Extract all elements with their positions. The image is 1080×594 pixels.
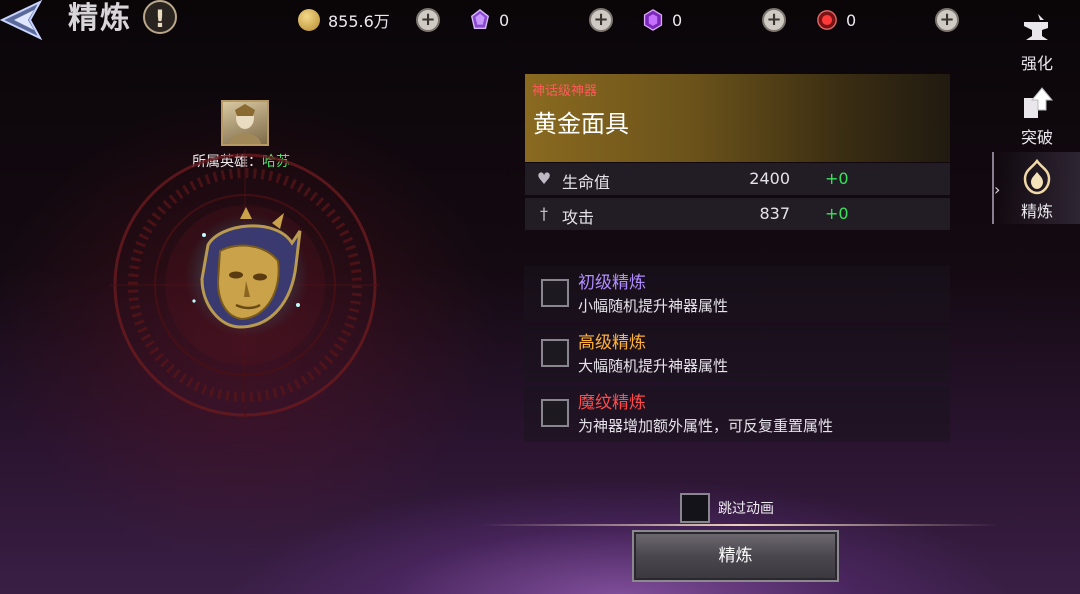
stat-bonus-hp: +0 [825,169,849,188]
option-advanced-refine[interactable]: 高级精炼 大幅随机提升神器属性 [524,326,950,382]
active-indicator-arrow: › [994,180,1001,199]
nav-label-refine: 精炼 [1020,202,1053,221]
rune-refine-title: 魔纹精炼 [578,393,646,413]
violet-gem-amount: 0 [672,10,683,30]
stat-value-attack: 837 [759,204,790,223]
stat-row-attack: † 攻击 837 +0 [525,198,950,230]
heart-icon: ♥ [536,169,552,188]
upgrade-arrow-icon [1024,87,1054,118]
advanced-refine-title: 高级精炼 [578,333,646,353]
skip-animation-label[interactable]: 跳过动画 [718,498,774,518]
back-button[interactable] [0,0,52,41]
hero-avatar-icon [229,104,261,144]
rune-refine-checkbox[interactable] [541,399,569,427]
basic-refine-checkbox[interactable] [541,279,569,307]
refine-button[interactable]: 精炼 [632,530,839,582]
purple-crystal-amount: 0 [499,10,510,30]
nav-item-strengthen[interactable]: 强化 [994,4,1080,76]
nav-item-breakthrough[interactable]: 突破 [994,78,1080,150]
add-red-gem-button[interactable]: + [935,8,959,32]
advanced-refine-checkbox[interactable] [541,339,569,367]
nav-item-refine[interactable]: › 精炼 [992,152,1080,224]
stat-bonus-attack: +0 [825,204,849,223]
refine-flame-icon [1023,158,1051,195]
top-bar: 精炼 ! 855.6万 + 0 + 0 + 0 + [0,0,1080,42]
add-purple-crystal-button[interactable]: + [589,8,613,32]
option-basic-refine[interactable]: 初级精炼 小幅随机提升神器属性 [524,266,950,322]
stat-value-hp: 2400 [749,169,790,188]
gold-coin-icon [298,9,320,31]
golden-mask-artifact-icon[interactable] [180,205,315,340]
red-gem-amount: 0 [846,10,857,30]
advanced-refine-desc: 大幅随机提升神器属性 [578,357,729,375]
side-nav: 强化 突破 › 精炼 [992,0,1080,594]
artifact-grade: 神话级神器 [532,84,598,99]
help-button[interactable]: ! [143,0,177,34]
basic-refine-desc: 小幅随机提升神器属性 [578,297,729,315]
artifact-header: 神话级神器 黄金面具 [525,74,950,162]
glow-divider [480,524,1000,526]
gold-amount: 855.6万 [328,12,390,31]
stat-name-hp: 生命值 [562,173,611,192]
back-arrow-icon [0,0,43,41]
red-gem-icon [817,10,837,30]
add-violet-gem-button[interactable]: + [762,8,786,32]
rune-refine-desc: 为神器增加额外属性，可反复重置属性 [578,417,834,435]
violet-gem-icon [643,9,663,31]
stat-row-hp: ♥ 生命值 2400 +0 [525,163,950,195]
purple-crystal-resource: 0 [469,6,509,34]
option-rune-refine[interactable]: 魔纹精炼 为神器增加额外属性，可反复重置属性 [524,386,950,442]
red-gem-resource: 0 [816,6,856,34]
purple-crystal-icon [470,9,490,29]
nav-label-breakthrough: 突破 [1020,128,1053,147]
violet-gem-resource: 0 [642,6,682,34]
skip-animation-checkbox[interactable] [680,493,710,523]
nav-label-strengthen: 强化 [1020,54,1053,73]
sword-icon: † [540,204,548,223]
stat-name-attack: 攻击 [562,208,595,227]
artifact-name: 黄金面具 [533,110,629,138]
anvil-icon [1024,14,1048,40]
basic-refine-title: 初级精炼 [578,273,646,293]
add-gold-button[interactable]: + [416,8,440,32]
gold-resource: 855.6万 [298,6,390,34]
page-title: 精炼 [68,1,132,36]
